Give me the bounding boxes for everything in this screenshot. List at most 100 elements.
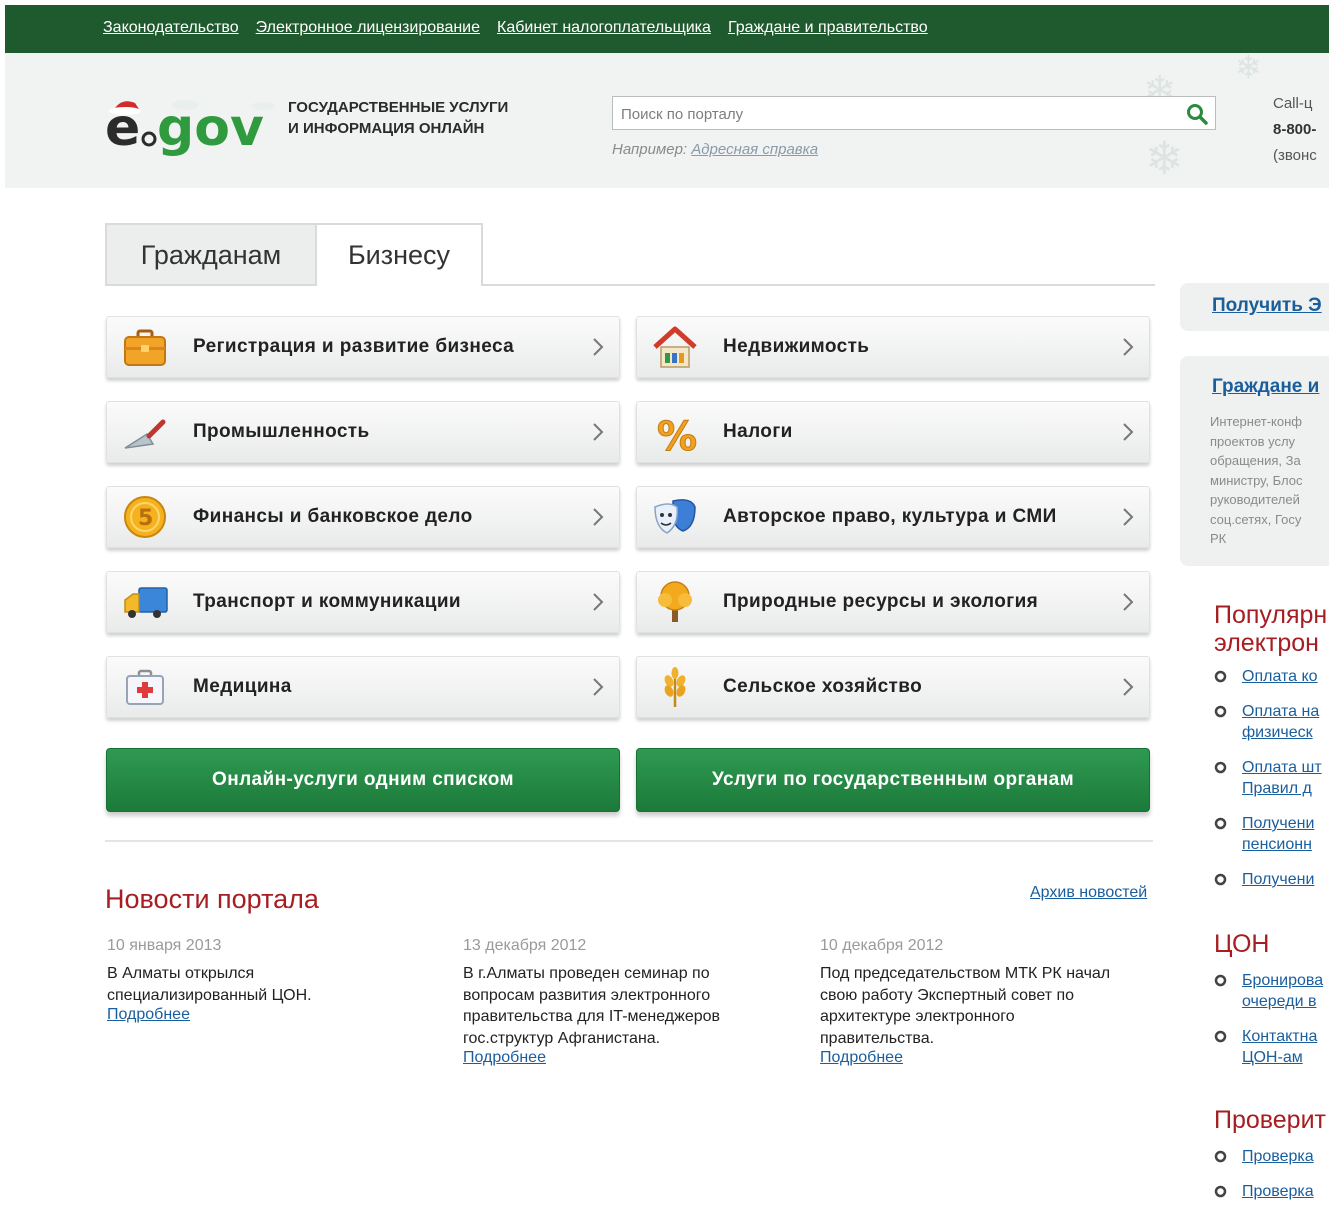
news-more-link[interactable]: Подробнее [820,1049,903,1066]
category-medicine[interactable]: Медицина [106,656,620,718]
promo-link[interactable]: Получить Э [1212,295,1322,317]
citizens-government-link[interactable]: Граждане и [1212,376,1319,398]
category-copyright-culture-media[interactable]: Авторское право, культура и СМИ [636,486,1150,548]
category-label: Природные ресурсы и экология [723,591,1039,612]
snowflake-icon: ❄ [1145,132,1184,184]
news-item: 13 декабря 2012 В г.Алматы проведен семи… [463,937,763,1067]
tree-icon [658,581,692,622]
search-input[interactable] [621,103,1171,125]
popular-services-list: Оплата ко Оплата на физическ Оплата шт Пра… [1214,666,1329,904]
check-link[interactable]: Проверка [1242,1183,1314,1200]
check-section-title: Проверит [1214,1106,1326,1134]
popular-service-link[interactable]: Оплата на физическ [1242,703,1319,741]
bullet-icon [1214,873,1227,886]
category-label: Налоги [723,421,793,442]
topnav-link-citizens-government[interactable]: Граждане и правительство [728,19,928,37]
search-icon[interactable] [1185,102,1209,126]
category-label: Промышленность [193,421,370,442]
trowel-icon [124,419,166,449]
search-example-link[interactable]: Адресная справка [691,141,818,158]
news-date: 10 января 2013 [107,937,222,954]
services-by-agencies-button[interactable]: Услуги по государственным органам [636,748,1150,812]
citizens-government-description: Интернет-конф проектов услу обращения, З… [1210,414,1303,546]
chevron-right-icon [1123,508,1134,526]
popular-service-link[interactable]: Оплата шт Правил д [1242,759,1322,797]
check-list: Проверка Проверка [1214,1146,1329,1216]
category-taxes[interactable]: % Налоги [636,401,1150,463]
con-link[interactable]: Бронирова очереди в [1242,972,1323,1010]
category-label: Транспорт и коммуникации [193,591,461,612]
wheat-icon [664,667,686,707]
popular-service-link[interactable]: Получени [1242,871,1314,888]
truck-icon [124,587,168,618]
topnav-link-taxpayer-cabinet[interactable]: Кабинет налогоплательщика [497,19,711,37]
logo-tagline: ГОСУДАРСТВЕННЫЕ УСЛУГИ И ИНФОРМАЦИЯ ОНЛА… [288,99,509,137]
category-transport-communications[interactable]: Транспорт и коммуникации [106,571,620,633]
tab-citizens[interactable]: Гражданам [105,223,317,286]
chevron-right-icon [1123,423,1134,441]
list-item: Оплата на физическ [1214,701,1329,743]
section-divider [105,840,1153,842]
check-link[interactable]: Проверка [1242,1148,1314,1165]
category-real-estate[interactable]: Недвижимость [636,316,1150,378]
list-item: Контактна ЦОН-ам [1214,1026,1329,1068]
news-section-title: Новости портала [105,884,319,914]
category-agriculture[interactable]: Сельское хозяйство [636,656,1150,718]
svg-text:%: % [657,414,697,456]
topnav-link-e-licensing[interactable]: Электронное лицензирование [256,19,480,37]
popular-service-link[interactable]: Получени пенсионн [1242,815,1314,853]
chevron-right-icon [1123,593,1134,611]
con-link[interactable]: Контактна ЦОН-ам [1242,1028,1317,1066]
tab-divider [105,284,1155,286]
category-label: Регистрация и развитие бизнеса [193,336,515,357]
category-label: Финансы и банковское дело [193,506,473,527]
theater-masks-icon [654,499,696,534]
popular-services-title: Популярн электрон [1214,601,1328,657]
chevron-right-icon [593,593,604,611]
category-industry[interactable]: Промышленность [106,401,620,463]
category-label: Авторское право, культура и СМИ [723,506,1057,527]
call-center: Call-ц 8-800- (звонс [1273,95,1317,164]
bullet-icon [1214,1150,1227,1163]
chevron-right-icon [593,508,604,526]
percent-icon: % [657,414,698,457]
chevron-right-icon [593,338,604,356]
news-text: Под председательством МТК РК начал свою … [820,965,1111,1047]
chevron-right-icon [1123,678,1134,696]
chevron-right-icon [593,423,604,441]
list-item: Оплата ко [1214,666,1329,687]
con-list: Бронирова очереди в Контактна ЦОН-ам [1214,970,1329,1082]
top-navigation-bar: Законодательство Электронное лицензирова… [5,5,1329,53]
briefcase-icon [124,329,166,366]
category-business-registration[interactable]: Регистрация и развитие бизнеса [106,316,620,378]
bullet-icon [1214,705,1227,718]
category-label: Сельское хозяйство [723,676,923,697]
list-item: Оплата шт Правил д [1214,757,1329,799]
popular-service-link[interactable]: Оплата ко [1242,668,1318,685]
snowflake-icon: ❄ [1235,49,1262,85]
category-finance-banking[interactable]: 5 Финансы и банковское дело [106,486,620,548]
bullet-icon [1214,761,1227,774]
egov-logo[interactable]: e gov [105,93,277,163]
search-box [612,96,1216,130]
svg-text:e: e [105,98,140,158]
house-icon [653,326,697,368]
bullet-icon [1214,1030,1227,1043]
news-more-link[interactable]: Подробнее [107,1006,190,1023]
topnav-link-legislation[interactable]: Законодательство [103,19,239,37]
category-label: Медицина [193,676,292,697]
list-item: Получени пенсионн [1214,813,1329,855]
news-item: 10 января 2013 В Алматы открылся специал… [107,937,407,1024]
news-date: 13 декабря 2012 [463,937,587,954]
tab-business[interactable]: Бизнесу [315,223,483,286]
news-archive-link[interactable]: Архив новостей [1030,884,1147,902]
news-text: В г.Алматы проведен семинар по вопросам … [463,965,721,1047]
list-item: Бронирова очереди в [1214,970,1329,1012]
first-aid-kit-icon [126,669,164,705]
list-item: Проверка [1214,1146,1329,1167]
online-services-list-button[interactable]: Онлайн-услуги одним списком [106,748,620,812]
bullet-icon [1214,974,1227,987]
chevron-right-icon [1123,338,1134,356]
category-natural-resources-ecology[interactable]: Природные ресурсы и экология [636,571,1150,633]
news-more-link[interactable]: Подробнее [463,1049,546,1066]
